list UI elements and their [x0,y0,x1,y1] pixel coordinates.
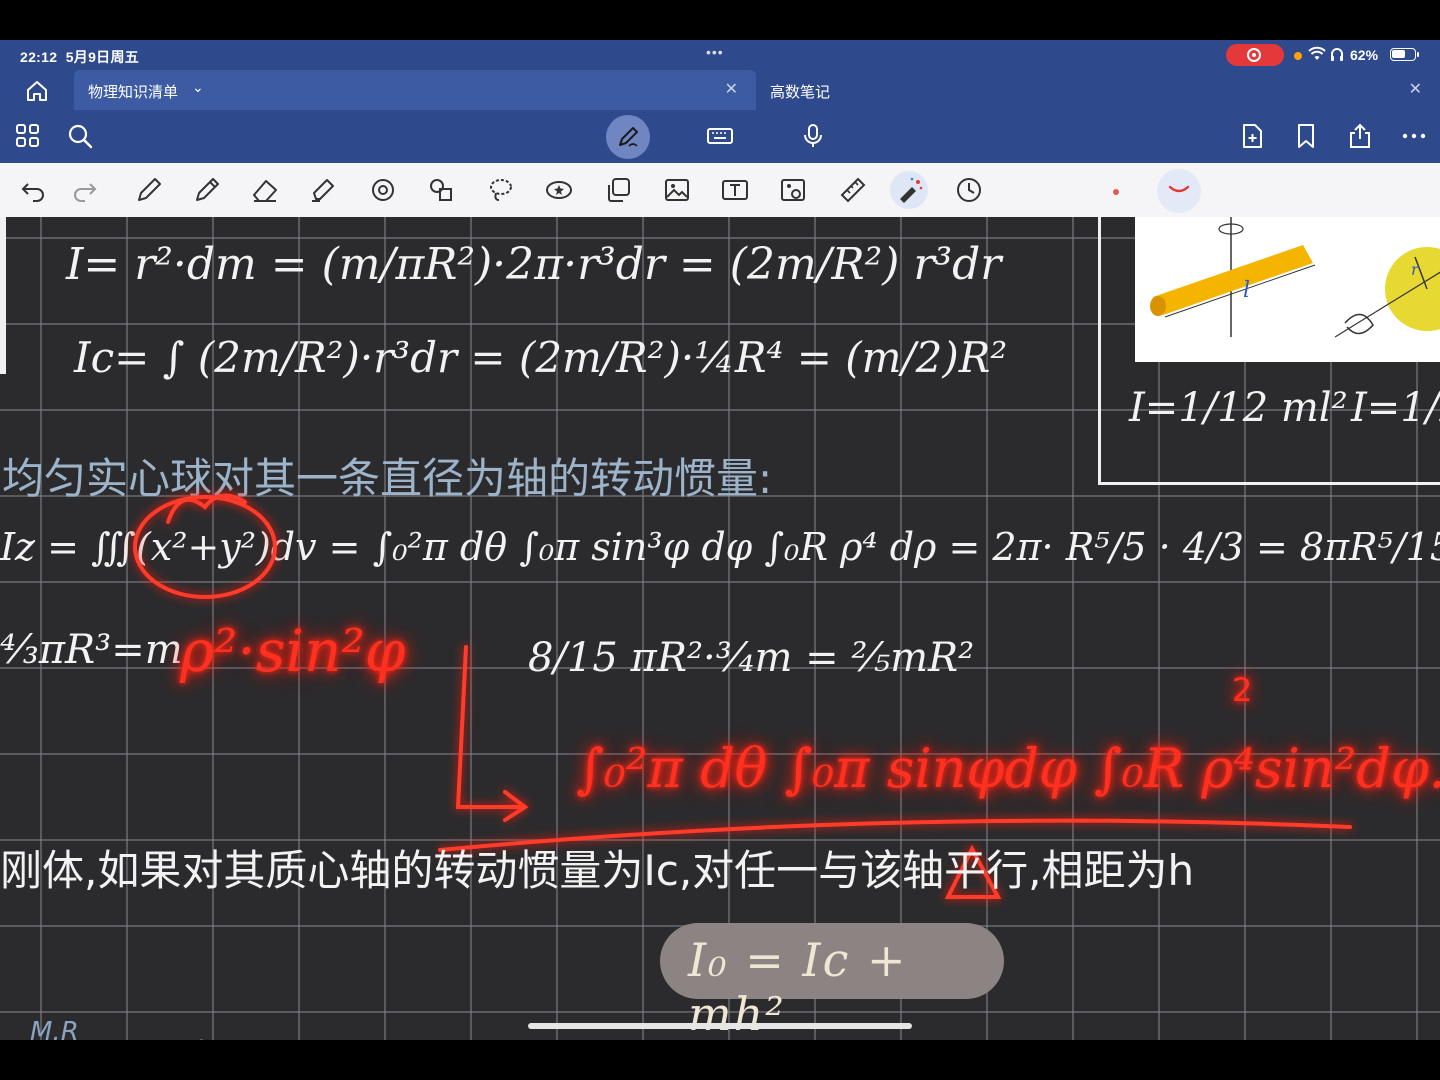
bookmark-icon[interactable] [1292,122,1320,150]
scan-document-icon[interactable] [778,175,808,205]
figure-formula-cylinder: I=1/2 [1351,385,1440,431]
pencil-icon[interactable] [192,175,222,205]
shapes-icon[interactable] [426,175,456,205]
tab-calculus-notes[interactable]: 高数笔记 ✕ [756,70,1440,110]
home-indicator[interactable] [528,1023,912,1029]
reference-figure-box: l r I=1/12 ml² I=1/2 [1098,217,1440,485]
pen-mode-icon [619,127,638,147]
microphone-icon[interactable] [799,122,827,150]
tab-label: 高数笔记 [770,84,831,101]
ruler-icon[interactable] [838,175,868,205]
laser-pointer-button[interactable] [890,171,928,209]
note-canvas[interactable]: I= r²·dm = (m/πR²)·2π·r³dr = (2m/R²) r³d… [0,217,1440,1040]
ipad-screen: 22:12 5月9日周五 ••• 62% 物理知识清单 ⌄ ✕ 高数笔记 ✕ I… [0,40,1440,1040]
tab-physics-notes[interactable]: 物理知识清单 ⌄ ✕ [74,70,756,110]
close-tab-icon[interactable]: ✕ [1409,79,1422,99]
circle-x2-y2 [133,495,277,599]
close-tab-icon[interactable]: ✕ [725,79,738,99]
tab-bar: 物理知识清单 ⌄ ✕ 高数笔记 ✕ [0,70,1440,110]
color-option-red[interactable] [1113,189,1119,195]
pen-mode-button[interactable] [606,115,650,159]
corner-label: M.R [30,1017,79,1040]
parallel-axis-formula: I₀ = Ic + mh² [660,923,1004,1040]
image-icon[interactable] [662,175,692,205]
arrow-stroke [455,645,522,809]
note-heading-parallel-axis: 刚体,如果对其质心轴的转动惯量为Ic,对任一与该轴平行,相距为h [0,846,1195,895]
main-toolbar [0,110,1440,163]
red-note-integral: ∫₀²π dθ ∫₀π sinφdφ ∫₀R ρ⁴sin²dφ. [576,737,1440,800]
eraser-icon[interactable] [250,175,280,205]
search-icon[interactable] [66,122,94,150]
figure-formula-rod: I=1/12 ml² [1129,385,1348,431]
red-note-superscript: 2 [1232,671,1253,709]
sticker-icon[interactable] [544,175,574,205]
recent-history-icon[interactable] [954,175,984,205]
copy-element-icon[interactable] [604,175,634,205]
laser-pointer-icon [900,177,923,203]
laser-stroke-preview-icon [1168,185,1190,193]
svg-text:r: r [1411,260,1420,279]
grid-view-icon[interactable] [14,122,42,150]
highlighter-icon[interactable] [308,175,338,205]
drawing-tools-bar [0,163,1440,218]
share-icon[interactable] [1346,122,1374,150]
status-time: 22:12 5月9日周五 [20,49,140,65]
home-icon[interactable] [24,78,50,104]
battery-icon [1390,48,1419,61]
screen-recording-indicator[interactable] [1226,44,1284,66]
undo-icon[interactable] [18,175,48,205]
microphone-in-use-icon [1294,52,1302,60]
note-bottom-line: I球=M(l+R)²+⅖MR² [156,1029,528,1040]
add-page-icon[interactable] [1238,122,1266,150]
shape-recognition-icon[interactable] [368,175,398,205]
chevron-down-icon[interactable]: ⌄ [192,79,204,96]
multitask-dots-icon[interactable]: ••• [706,44,724,60]
keyboard-icon[interactable] [706,122,734,150]
wifi-icon [1308,46,1326,65]
lasso-icon[interactable] [486,175,516,205]
redo-icon[interactable] [70,175,100,205]
svg-text:l: l [1243,278,1250,303]
selected-laser-color[interactable] [1157,169,1201,213]
text-box-icon[interactable] [720,175,750,205]
red-note-rho-sin: ρ²·sin²φ [180,617,406,685]
more-icon[interactable] [1400,122,1428,150]
rod-cylinder-image: l r [1135,217,1440,362]
rod-diagram: l r [1150,217,1440,338]
pen-icon[interactable] [134,175,164,205]
status-bar: 22:12 5月9日周五 ••• 62% [0,40,1440,70]
battery-percent: 62% [1350,47,1379,63]
tab-label: 物理知识清单 [88,84,179,101]
headphones-icon [1330,46,1344,65]
